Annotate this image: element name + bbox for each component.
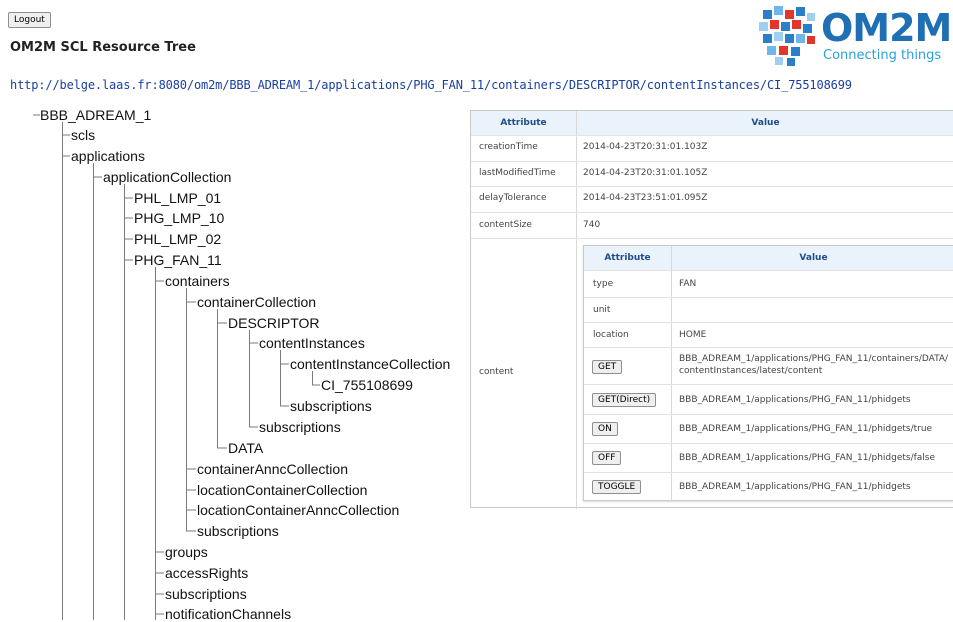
tree-node-descriptor[interactable]: DESCRIPTOR — [228, 315, 320, 331]
get-button[interactable]: GET — [592, 360, 623, 374]
last-modified-time-label: lastModifiedTime — [479, 168, 556, 178]
tree-node-app-subscriptions[interactable]: subscriptions — [165, 586, 247, 602]
off-path: BBB_ADREAM_1/applications/PHG_FAN_11/phi… — [679, 453, 936, 463]
content-label: content — [479, 367, 514, 377]
row-divider — [471, 238, 953, 239]
tree-node-container-collection[interactable]: containerCollection — [197, 294, 316, 310]
column-divider — [576, 111, 577, 509]
row-divider — [584, 322, 953, 323]
tree-node-location-container-annc-collection[interactable]: locationContainerAnncCollection — [197, 502, 399, 518]
get-path-continued: contentInstances/latest/content — [679, 366, 823, 376]
content-type-value: FAN — [679, 279, 697, 289]
tree-node-root[interactable]: BBB_ADREAM_1 — [40, 107, 151, 123]
tree-node-content-instance-collection[interactable]: contentInstanceCollection — [290, 356, 450, 372]
tree-node-ci-755108699[interactable]: CI_755108699 — [321, 377, 413, 393]
tree-node-phg-fan-11[interactable]: PHG_FAN_11 — [134, 252, 222, 268]
content-location-label: location — [593, 330, 629, 340]
content-value-header: Value — [672, 246, 953, 271]
row-divider — [584, 414, 953, 415]
attribute-column-header: Attribute — [471, 111, 576, 136]
off-button[interactable]: OFF — [592, 451, 622, 465]
column-divider — [671, 246, 672, 502]
content-table: Attribute Value type FAN unit location H… — [583, 245, 953, 502]
value-column-header: Value — [577, 111, 953, 136]
toggle-button[interactable]: TOGGLE — [592, 480, 642, 494]
resource-tree: BBB_ADREAM_1 scls applications applicati… — [0, 0, 460, 622]
tree-node-application-collection[interactable]: applicationCollection — [103, 169, 231, 185]
logo-wordmark: OM2M — [821, 6, 952, 50]
on-path: BBB_ADREAM_1/applications/PHG_FAN_11/phi… — [679, 424, 933, 434]
tree-node-container-annc-collection[interactable]: containerAnncCollection — [197, 461, 348, 477]
tree-node-scls[interactable]: scls — [71, 127, 95, 143]
tree-node-phl-lmp-02[interactable]: PHL_LMP_02 — [134, 231, 221, 247]
tree-node-descriptor-subscriptions[interactable]: subscriptions — [259, 419, 341, 435]
tree-node-data[interactable]: DATA — [228, 440, 263, 456]
content-unit-label: unit — [593, 305, 611, 315]
tree-node-phg-lmp-10[interactable]: PHG_LMP_10 — [134, 210, 224, 226]
row-divider — [584, 443, 953, 444]
tree-node-phl-lmp-01[interactable]: PHL_LMP_01 — [134, 190, 221, 206]
row-divider — [471, 212, 953, 213]
toggle-path: BBB_ADREAM_1/applications/PHG_FAN_11/phi… — [679, 482, 911, 492]
row-divider — [584, 472, 953, 473]
delay-tolerance-label: delayTolerance — [479, 193, 547, 203]
content-size-value: 740 — [583, 220, 601, 230]
get-path: BBB_ADREAM_1/applications/PHG_FAN_11/con… — [679, 354, 949, 364]
row-divider — [471, 186, 953, 187]
row-divider — [584, 347, 953, 348]
row-divider — [471, 135, 953, 136]
creation-time-label: creationTime — [479, 142, 538, 152]
content-size-label: contentSize — [479, 220, 532, 230]
get-direct-path: BBB_ADREAM_1/applications/PHG_FAN_11/phi… — [679, 395, 911, 405]
tree-node-ci-subscriptions[interactable]: subscriptions — [290, 398, 372, 414]
tree-node-location-container-collection[interactable]: locationContainerCollection — [197, 482, 367, 498]
logo-tagline: Connecting things — [823, 48, 942, 63]
get-direct-button[interactable]: GET(Direct) — [592, 393, 657, 407]
last-modified-time-value: 2014-04-23T20:31:01.105Z — [583, 168, 708, 178]
tree-node-applications[interactable]: applications — [71, 148, 145, 164]
tree-node-groups[interactable]: groups — [165, 544, 208, 560]
tree-node-containers[interactable]: containers — [165, 273, 230, 289]
tree-node-containers-subscriptions[interactable]: subscriptions — [197, 523, 279, 539]
row-divider — [584, 270, 953, 271]
tree-node-access-rights[interactable]: accessRights — [165, 565, 248, 581]
row-divider — [471, 161, 953, 162]
om2m-logo: OM2M Connecting things — [755, 4, 953, 68]
row-divider — [584, 384, 953, 385]
on-button[interactable]: ON — [592, 422, 618, 436]
content-attribute-header: Attribute — [584, 246, 671, 271]
delay-tolerance-value: 2014-04-23T23:51:01.095Z — [583, 193, 708, 203]
logo-mosaic-icon — [759, 6, 815, 66]
row-divider — [584, 297, 953, 298]
content-location-value: HOME — [679, 330, 707, 340]
creation-time-value: 2014-04-23T20:31:01.103Z — [583, 142, 708, 152]
content-type-label: type — [593, 279, 614, 289]
attribute-table: Attribute Value creationTime 2014-04-23T… — [470, 110, 953, 509]
tree-node-content-instances[interactable]: contentInstances — [259, 335, 365, 351]
